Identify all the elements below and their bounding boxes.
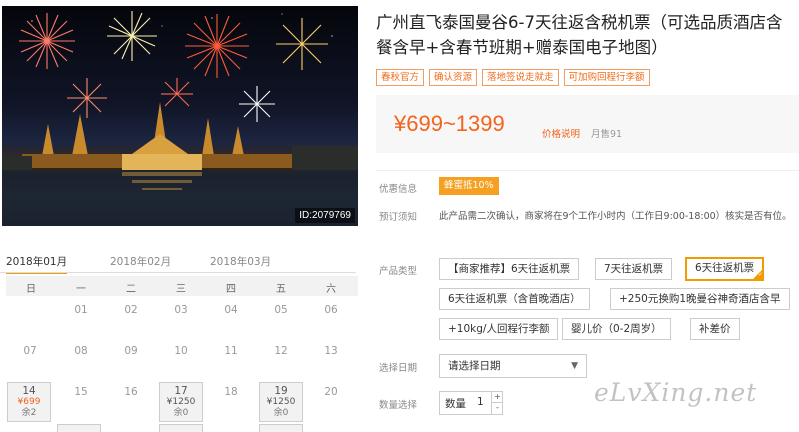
- price-range: ¥699~1399: [394, 111, 505, 136]
- quantity-decrease-button[interactable]: -: [491, 403, 503, 414]
- calendar-day-available[interactable]: 14 ¥699 余2: [7, 382, 51, 422]
- calendar-day: 16: [124, 386, 138, 398]
- calendar-day: 11: [224, 345, 238, 357]
- promo-badge: 蜂蜜抵10%: [439, 177, 499, 195]
- quantity-increase-button[interactable]: +: [491, 392, 503, 403]
- calendar-weekday-header: 日 一 二 三 四 五 六: [6, 276, 358, 296]
- product-image[interactable]: ID:2079769: [2, 6, 358, 226]
- quantity-field-label: 数量: [445, 398, 466, 410]
- calendar-day-cutoff: [57, 424, 101, 432]
- price-note-link[interactable]: 价格说明: [542, 126, 580, 140]
- monthly-sales: 月售91: [591, 129, 623, 140]
- date-select[interactable]: 请选择日期 ▼: [439, 354, 587, 378]
- weekday-sun: 日: [26, 284, 36, 295]
- calendar-day: 20: [324, 386, 338, 398]
- weekday-tue: 二: [126, 284, 136, 295]
- option-hotel-upgrade[interactable]: +250元换购1晚曼谷神奇酒店含早: [610, 288, 790, 310]
- product-type-label: 产品类型: [379, 266, 418, 277]
- calendar-day-price: ¥699: [17, 397, 41, 407]
- quantity-stepper[interactable]: 数量 1 + -: [439, 391, 503, 415]
- calendar-day: 08: [74, 345, 88, 357]
- option-6-day-label: 6天往返机票: [695, 262, 755, 274]
- calendar-day: 13: [324, 345, 338, 357]
- calendar-day-stock: 余2: [21, 408, 37, 418]
- tab-month-feb[interactable]: 2018年02月: [110, 254, 171, 269]
- calendar-day-stock: 余0: [173, 408, 189, 418]
- quantity-label: 数量选择: [379, 400, 418, 411]
- calendar-day: 07: [23, 345, 37, 357]
- divider: [376, 170, 799, 171]
- calendar-day: 01: [74, 304, 88, 316]
- calendar-day-stock: 余0: [273, 408, 289, 418]
- calendar-divider: [0, 272, 356, 273]
- product-title: 广州直飞泰国曼谷6-7天往返含税机票（可选品质酒店含 餐含早+含春节班期+赠泰国…: [376, 10, 799, 60]
- weekday-sat: 六: [326, 284, 336, 295]
- calendar-day: 03: [174, 304, 188, 316]
- tag-baggage: 可加购回程行李额: [563, 69, 650, 86]
- option-6-day-selected[interactable]: 6天往返机票: [685, 257, 765, 281]
- calendar-day-cutoff: [259, 424, 303, 432]
- calendar-day: 06: [324, 304, 338, 316]
- option-7-day[interactable]: 7天往返机票: [595, 258, 673, 280]
- weekday-wed: 三: [176, 284, 186, 295]
- weekday-mon: 一: [76, 284, 86, 295]
- calendar-day-number: 17: [174, 385, 188, 397]
- notice-text: 此产品需二次确认，商家将在9个工作小时内（工作日9:00-18:00）核实是否有…: [439, 211, 792, 222]
- selected-check-icon: [753, 270, 763, 279]
- image-id-label: ID:2079769: [295, 208, 355, 223]
- tag-official: 春秋官方: [376, 69, 425, 86]
- notice-label: 预订须知: [379, 212, 418, 223]
- weekday-thu: 四: [226, 284, 236, 295]
- calendar-day: 10: [174, 345, 188, 357]
- option-6-day-with-hotel[interactable]: 6天往返机票（含首晚酒店）: [439, 288, 590, 310]
- product-tags: 春秋官方 确认资源 落地签说走就走 可加购回程行李额: [376, 69, 650, 86]
- tag-visa-on-arrival: 落地签说走就走: [482, 69, 559, 86]
- price-box: ¥699~1399 价格说明 月售91: [376, 95, 799, 153]
- calendar-day: 02: [124, 304, 138, 316]
- calendar-day: 05: [274, 304, 288, 316]
- weekday-fri: 五: [276, 284, 286, 295]
- calendar-day-number: 19: [274, 385, 288, 397]
- calendar-day-soldout[interactable]: 19 ¥1250 余0: [259, 382, 303, 422]
- calendar-day: 18: [224, 386, 238, 398]
- date-placeholder: 请选择日期: [448, 360, 501, 372]
- calendar-day: 15: [74, 386, 88, 398]
- calendar-day-soldout[interactable]: 17 ¥1250 余0: [159, 382, 203, 422]
- calendar-day-number: 14: [22, 385, 36, 397]
- option-recommended-6-day[interactable]: 【商家推荐】6天往返机票: [439, 258, 580, 280]
- tab-month-mar[interactable]: 2018年03月: [210, 254, 271, 269]
- tag-confirmed: 确认资源: [429, 69, 478, 86]
- product-title-line-2: 餐含早+含春节班期+赠泰国电子地图）: [376, 38, 668, 57]
- option-extra-baggage[interactable]: +10kg/人回程行李额: [439, 318, 559, 340]
- fireworks-illustration: [2, 11, 358, 226]
- calendar-day: 04: [224, 304, 238, 316]
- calendar-day-price: ¥1250: [266, 397, 296, 407]
- calendar-day-cutoff: [159, 424, 203, 432]
- option-infant[interactable]: 婴儿价（0-2周岁）: [562, 318, 671, 340]
- calendar-day: 09: [124, 345, 138, 357]
- calendar-month-tabs: 2018年01月 2018年02月 2018年03月: [0, 254, 356, 274]
- quantity-value: 1: [477, 396, 484, 408]
- calendar-day-price: ¥1250: [166, 397, 196, 407]
- calendar-day: 12: [274, 345, 288, 357]
- tab-month-jan[interactable]: 2018年01月: [6, 254, 68, 274]
- product-title-line-1: 广州直飞泰国曼谷6-7天往返含税机票（可选品质酒店含: [376, 13, 783, 32]
- date-label: 选择日期: [379, 363, 418, 374]
- watermark: eLvXing.net: [594, 378, 758, 407]
- chevron-down-icon: ▼: [571, 361, 578, 371]
- option-price-difference[interactable]: 补差价: [690, 318, 740, 340]
- promo-label: 优惠信息: [379, 184, 418, 195]
